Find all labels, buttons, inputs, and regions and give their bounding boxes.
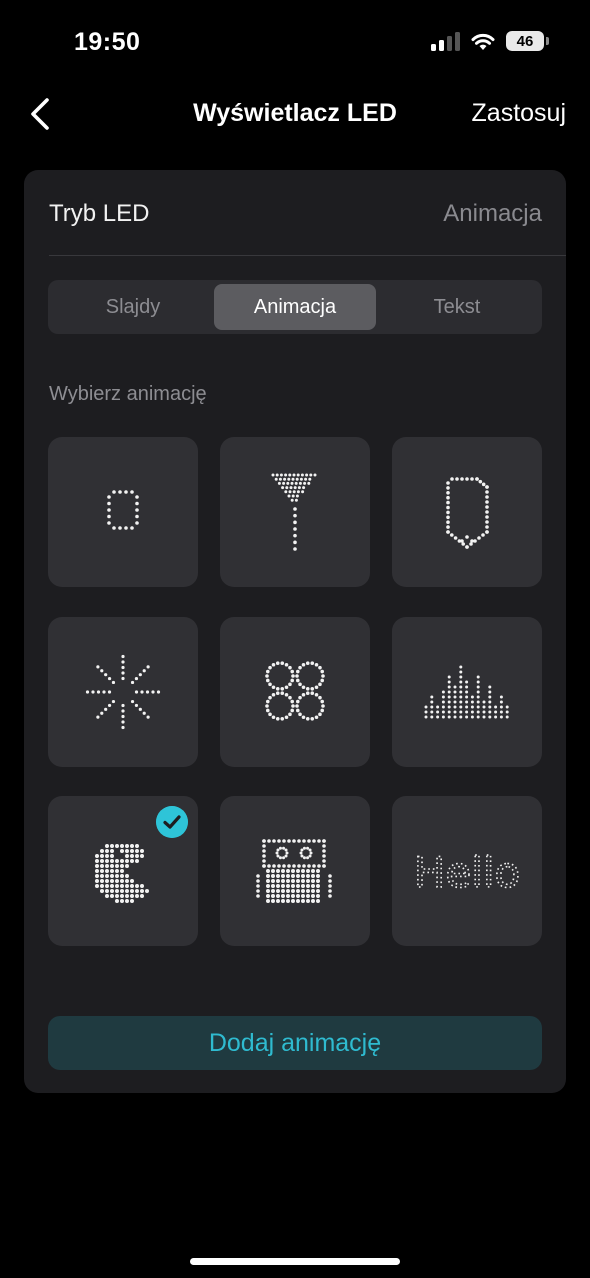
animation-tile[interactable] — [220, 796, 370, 946]
dot-digit-zero-icon — [107, 490, 139, 530]
animation-tile[interactable]: Hello — [392, 796, 542, 946]
dot-tag-icon — [446, 477, 489, 549]
animation-tile[interactable] — [392, 437, 542, 587]
check-icon — [156, 806, 188, 838]
dot-robot-icon — [256, 839, 332, 903]
dot-hello-text-icon: Hello — [413, 847, 521, 898]
battery-level: 46 — [516, 32, 534, 50]
battery-icon: 46 — [506, 31, 549, 51]
led-mode-value[interactable]: Animacja — [443, 200, 542, 228]
tab-animation[interactable]: Animacja — [214, 284, 376, 330]
home-indicator — [190, 1258, 400, 1265]
led-mode-row[interactable]: Tryb LED Animacja — [24, 170, 566, 256]
led-mode-label: Tryb LED — [49, 200, 150, 227]
tab-slides[interactable]: Slajdy — [52, 284, 214, 330]
animation-tile[interactable] — [48, 617, 198, 767]
apply-button[interactable]: Zastosuj — [472, 99, 566, 128]
hello-dot-text: Hello — [414, 848, 520, 897]
animation-tile[interactable] — [48, 437, 198, 587]
dot-equalizer-icon — [424, 665, 509, 719]
dot-funnel-icon — [271, 473, 317, 551]
divider — [49, 255, 566, 256]
mode-segmented-control: Slajdy Animacja Tekst — [48, 280, 542, 334]
wifi-icon — [471, 33, 495, 50]
tab-text[interactable]: Tekst — [376, 284, 538, 330]
animation-tile[interactable] — [392, 617, 542, 767]
dot-sparkle-icon — [85, 654, 161, 730]
status-icons: 46 — [431, 31, 549, 51]
led-settings-card: Tryb LED Animacja Slajdy Animacja Tekst … — [24, 170, 566, 1093]
animation-tile[interactable] — [220, 437, 370, 587]
animation-tile[interactable] — [220, 617, 370, 767]
status-time: 19:50 — [74, 28, 141, 56]
choose-animation-label: Wybierz animację — [49, 383, 207, 405]
cellular-signal-icon — [431, 31, 460, 51]
add-animation-button[interactable]: Dodaj animację — [48, 1016, 542, 1070]
dot-clover-icon — [265, 661, 325, 721]
animation-tile-selected[interactable] — [48, 796, 198, 946]
